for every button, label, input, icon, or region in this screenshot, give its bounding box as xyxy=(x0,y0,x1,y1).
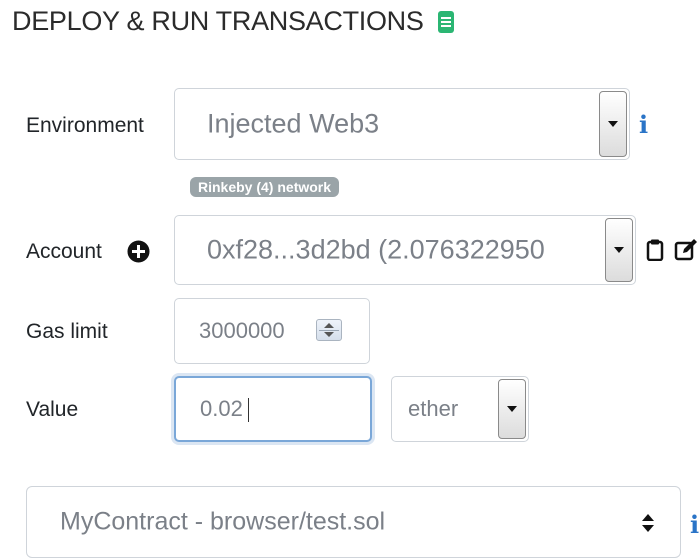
environment-value: Injected Web3 xyxy=(207,108,380,139)
edit-icon[interactable] xyxy=(674,238,698,262)
account-value: 0xf28...3d2bd (2.076322950 xyxy=(207,234,545,265)
environment-info-icon[interactable]: i xyxy=(639,110,648,139)
contract-info-icon[interactable]: i xyxy=(690,510,699,539)
gas-limit-spinner[interactable] xyxy=(316,319,342,341)
clipboard-icon[interactable] xyxy=(646,239,664,261)
value-unit: ether xyxy=(408,396,459,421)
network-badge: Rinkeby (4) network xyxy=(190,177,340,197)
page-title-text: DEPLOY & RUN TRANSACTIONS xyxy=(12,6,424,36)
environment-dropdown-button[interactable] xyxy=(599,91,627,157)
text-cursor xyxy=(248,398,249,422)
value-amount: 0.02 xyxy=(200,396,243,421)
account-select[interactable]: 0xf28...3d2bd (2.076322950 xyxy=(174,215,636,285)
environment-label: Environment xyxy=(26,114,144,137)
gas-limit-value: 3000000 xyxy=(199,318,285,343)
gas-limit-input[interactable]: 3000000 xyxy=(174,298,370,364)
add-account-icon[interactable] xyxy=(127,240,150,263)
contract-select[interactable]: MyContract - browser/test.sol ▲ xyxy=(26,486,681,558)
environment-select[interactable]: Injected Web3 xyxy=(174,88,630,160)
gas-limit-label: Gas limit xyxy=(26,320,108,343)
value-input[interactable]: 0.02 xyxy=(174,376,372,442)
page-title: DEPLOY & RUN TRANSACTIONS xyxy=(12,6,456,37)
document-icon[interactable] xyxy=(436,9,456,35)
account-dropdown-button[interactable] xyxy=(605,218,633,282)
value-unit-dropdown-button[interactable] xyxy=(498,379,526,439)
value-label: Value xyxy=(26,398,79,421)
contract-value: MyContract - browser/test.sol xyxy=(60,507,386,536)
value-unit-select[interactable]: ether xyxy=(391,376,529,442)
account-label: Account xyxy=(26,240,102,263)
contract-select-updown-icon xyxy=(642,514,654,532)
